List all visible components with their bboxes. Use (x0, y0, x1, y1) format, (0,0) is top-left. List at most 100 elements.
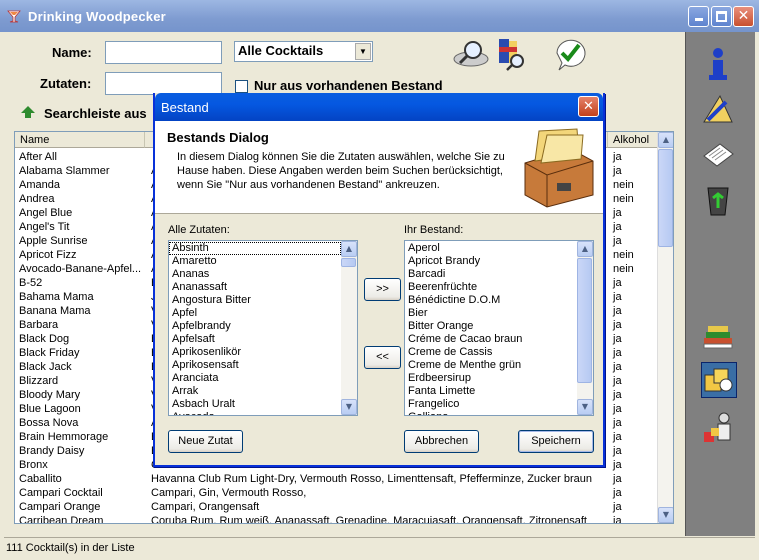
scroll-up-icon[interactable]: ▲ (341, 241, 357, 257)
magnifier-icon[interactable] (452, 37, 490, 69)
table-row[interactable]: Campari Orange Campari, Orangensaft ja (15, 500, 659, 514)
info-icon[interactable] (700, 46, 736, 82)
recycle-bin-icon[interactable] (700, 182, 736, 218)
category-select[interactable]: Alle Cocktails ▼ (234, 41, 373, 62)
close-button[interactable]: ✕ (733, 6, 754, 27)
cocktail-name-cell: Bossa Nova (19, 417, 79, 429)
ingredients-cell: Campari, Orangensaft (151, 501, 260, 513)
all-ingredients-list-item[interactable]: Aprikosenlikör (169, 346, 341, 359)
collapse-up-icon[interactable] (20, 106, 36, 118)
cocktail-name-cell: Brandy Daisy (19, 445, 85, 457)
ingredients-cell: Havanna Club Rum Light-Dry, Vermouth Ros… (151, 473, 593, 485)
remove-from-stock-button[interactable]: << (364, 346, 401, 369)
cocktail-name-cell: Alabama Slammer (19, 165, 110, 177)
cocktail-name-cell: Black Dog (19, 333, 70, 345)
stock-list-item[interactable]: Galliano (405, 411, 577, 415)
notes-icon[interactable] (700, 136, 736, 172)
stock-list[interactable]: Aperol Apricot Brandy Barcadi Beerenfrüchte… (404, 240, 594, 416)
stock-list-item[interactable]: Fanta Limette (405, 385, 577, 398)
all-ingredients-list-item[interactable]: Aranciata (169, 372, 341, 385)
dialog-titlebar[interactable]: Bestand ✕ (155, 93, 603, 121)
stock-icon (704, 368, 733, 392)
all-ingredients-list-item[interactable]: Aprikosensaft (169, 359, 341, 372)
stock-list-item[interactable]: Beerenfrüchte (405, 281, 577, 294)
window-title: Drinking Woodpecker (28, 9, 166, 24)
stock-checkbox-label: Nur aus vorhandenen Bestand (254, 78, 443, 93)
searchbar-toggle[interactable]: Searchleiste aus (44, 106, 147, 121)
all-ingredients-list-item[interactable]: Apfel (169, 307, 341, 320)
alkohol-cell: ja (613, 207, 622, 219)
all-ingredients-scrollbar[interactable]: ▲ ▼ (341, 241, 357, 415)
stock-list-item[interactable]: Bitter Orange (405, 320, 577, 333)
checkmark-icon[interactable] (553, 37, 589, 71)
stock-list-item[interactable]: Creme de Cassis (405, 346, 577, 359)
tools-icon[interactable] (700, 92, 736, 128)
cancel-button[interactable]: Abbrechen (404, 430, 479, 453)
cocktail-name-cell: After All (19, 151, 57, 163)
all-ingredients-list-item[interactable]: Avocado (169, 411, 341, 415)
name-input[interactable] (105, 41, 222, 64)
scroll-thumb[interactable] (341, 258, 356, 267)
scroll-thumb[interactable] (658, 149, 673, 247)
alkohol-cell: ja (613, 277, 622, 289)
alkohol-cell: ja (613, 459, 622, 471)
stock-checkbox[interactable] (235, 80, 248, 93)
stock-button[interactable] (701, 362, 737, 398)
scroll-down-icon[interactable]: ▼ (577, 399, 593, 415)
save-button[interactable]: Speichern (518, 430, 594, 453)
cocktail-name-cell: Bloody Mary (19, 389, 81, 401)
stock-list-item[interactable]: Créme de Cacao braun (405, 333, 577, 346)
scroll-up-icon[interactable]: ▲ (658, 132, 673, 148)
all-ingredients-list-item[interactable]: Angostura Bitter (169, 294, 341, 307)
all-ingredients-list[interactable]: Absinth Amaretto Ananas Ananassaft Angostura… (168, 240, 358, 416)
cocktail-name-cell: Bahama Mama (19, 291, 94, 303)
table-row[interactable]: Caballito Havanna Club Rum Light-Dry, Ver… (15, 472, 659, 486)
user-shapes-icon[interactable] (700, 410, 736, 446)
list-scrollbar[interactable]: ▲ ▼ (657, 132, 673, 523)
stock-list-item[interactable]: Apricot Brandy (405, 255, 577, 268)
zutaten-input[interactable] (105, 72, 222, 95)
stock-list-item[interactable]: Frangelico (405, 398, 577, 411)
minimize-button[interactable] (688, 6, 709, 27)
all-ingredients-list-item[interactable]: Arrak (169, 385, 341, 398)
scroll-up-icon[interactable]: ▲ (577, 241, 593, 257)
alkohol-cell: nein (613, 193, 634, 205)
all-ingredients-list-item[interactable]: Absinth (169, 242, 341, 255)
cocktail-name-cell: Banana Mama (19, 305, 91, 317)
window-titlebar[interactable]: Drinking Woodpecker ✕ (0, 0, 759, 32)
all-ingredients-list-item[interactable]: Amaretto (169, 255, 341, 268)
stock-scrollbar[interactable]: ▲ ▼ (577, 241, 593, 415)
close-icon: ✕ (583, 99, 594, 114)
column-header-alkohol[interactable]: Alkohol (608, 132, 660, 148)
all-ingredients-list-item[interactable]: Ananas (169, 268, 341, 281)
alkohol-cell: ja (613, 403, 622, 415)
table-row[interactable]: Campari Cocktail Campari, Gin, Vermouth R… (15, 486, 659, 500)
stock-list-item[interactable]: Creme de Menthe grün (405, 359, 577, 372)
books-icon[interactable] (700, 316, 736, 352)
dialog-close-button[interactable]: ✕ (578, 96, 599, 117)
new-ingredient-button[interactable]: Neue Zutat (168, 430, 243, 453)
scroll-down-icon[interactable]: ▼ (341, 399, 357, 415)
all-ingredients-list-item[interactable]: Apfelsaft (169, 333, 341, 346)
stock-list-item[interactable]: Bénédictine D.O.M (405, 294, 577, 307)
maximize-button[interactable] (711, 6, 732, 27)
all-ingredients-list-item[interactable]: Asbach Uralt (169, 398, 341, 411)
chevron-down-icon[interactable]: ▼ (355, 43, 371, 60)
alkohol-cell: ja (613, 235, 622, 247)
all-ingredients-list-item[interactable]: Apfelbrandy (169, 320, 341, 333)
stock-list-item[interactable]: Barcadi (405, 268, 577, 281)
search-settings-icon[interactable] (495, 37, 529, 71)
right-toolbar (685, 32, 755, 536)
stock-list-item[interactable]: Bier (405, 307, 577, 320)
stock-list-item[interactable]: Aperol (405, 242, 577, 255)
all-ingredients-list-item[interactable]: Ananassaft (169, 281, 341, 294)
column-header-name[interactable]: Name (15, 132, 145, 148)
category-selected-value: Alle Cocktails (238, 43, 324, 58)
add-to-stock-button[interactable]: >> (364, 278, 401, 301)
stock-list-item[interactable]: Erdbeersirup (405, 372, 577, 385)
dialog-description: In diesem Dialog können Sie die Zutaten … (177, 151, 505, 191)
table-row[interactable]: Carribean Dream Coruba Rum, Rum weiß, Ana… (15, 514, 659, 523)
scroll-down-icon[interactable]: ▼ (658, 507, 673, 523)
scroll-thumb[interactable] (577, 258, 592, 383)
all-ingredients-items: Absinth Amaretto Ananas Ananassaft Angostura… (169, 242, 341, 415)
